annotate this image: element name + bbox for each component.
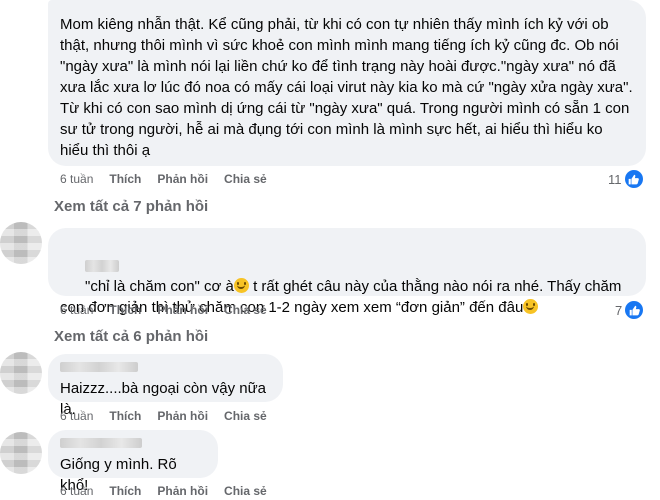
comment-time[interactable]: 6 tuần	[60, 409, 93, 423]
smiling-face-emoji	[233, 278, 249, 293]
comment-actions: 6 tuần Thích Phản hồi Chia sẻ	[60, 409, 283, 423]
like-button[interactable]: Thích	[109, 409, 141, 423]
comment-bubble: Mom kiêng nhẫn thật. Kể cũng phải, từ kh…	[48, 0, 646, 166]
comment-text-part1: "chỉ là chăm con" cơ à	[85, 278, 234, 295]
share-button[interactable]: Chia sẻ	[224, 303, 267, 317]
comment-bubble: "chỉ là chăm con" cơ à t rất ghét câu nà…	[48, 228, 646, 316]
share-button[interactable]: Chia sẻ	[224, 172, 267, 186]
reply-button[interactable]: Phản hồi	[157, 409, 208, 423]
comment-actions: 6 tuần Thích Phản hồi Chia sẻ	[60, 303, 283, 317]
avatar[interactable]	[0, 222, 42, 264]
comment-time[interactable]: 6 tuần	[60, 172, 93, 186]
thumbs-up-icon	[625, 301, 644, 319]
like-button[interactable]: Thích	[109, 172, 141, 186]
like-button[interactable]: Thích	[109, 484, 141, 498]
reply-button[interactable]: Phản hồi	[157, 303, 208, 317]
author-name-blurred[interactable]	[85, 260, 120, 273]
comment-actions: 6 tuần Thích Phản hồi Chia sẻ	[60, 172, 283, 186]
reply-button[interactable]: Phản hồi	[157, 172, 208, 186]
reply-button[interactable]: Phản hồi	[157, 484, 208, 498]
comment-time[interactable]: 6 tuần	[60, 303, 93, 317]
avatar[interactable]	[0, 432, 42, 474]
reaction-count[interactable]: 7	[615, 301, 644, 319]
comment-bubble: Giống y mình. Rõ khổ!	[48, 430, 218, 494]
comment-text: "chỉ là chăm con" cơ à t rất ghét câu nà…	[60, 234, 634, 339]
avatar[interactable]	[0, 352, 42, 394]
view-all-replies-link[interactable]: Xem tất cả 6 phản hồi	[54, 328, 208, 345]
comment-text: Mom kiêng nhẫn thật. Kể cũng phải, từ kh…	[60, 16, 637, 159]
reaction-count-value: 11	[608, 171, 622, 187]
author-name-blurred[interactable]	[60, 358, 271, 376]
share-button[interactable]: Chia sẻ	[224, 484, 267, 498]
view-all-replies-link[interactable]: Xem tất cả 7 phản hồi	[54, 198, 208, 215]
author-name-blurred[interactable]	[60, 434, 206, 452]
like-button[interactable]: Thích	[109, 303, 141, 317]
comment-time[interactable]: 6 tuần	[60, 484, 93, 498]
smiling-face-emoji	[523, 299, 539, 314]
thumbs-up-icon	[624, 170, 643, 188]
share-button[interactable]: Chia sẻ	[224, 409, 267, 423]
reaction-count-value: 7	[615, 302, 623, 318]
comment-bubble: Haizzz....bà ngoại còn vậy nữa là.	[48, 354, 283, 418]
reaction-count[interactable]: 11	[608, 170, 643, 188]
comment-actions: 6 tuần Thích Phản hồi Chia sẻ	[60, 484, 283, 498]
